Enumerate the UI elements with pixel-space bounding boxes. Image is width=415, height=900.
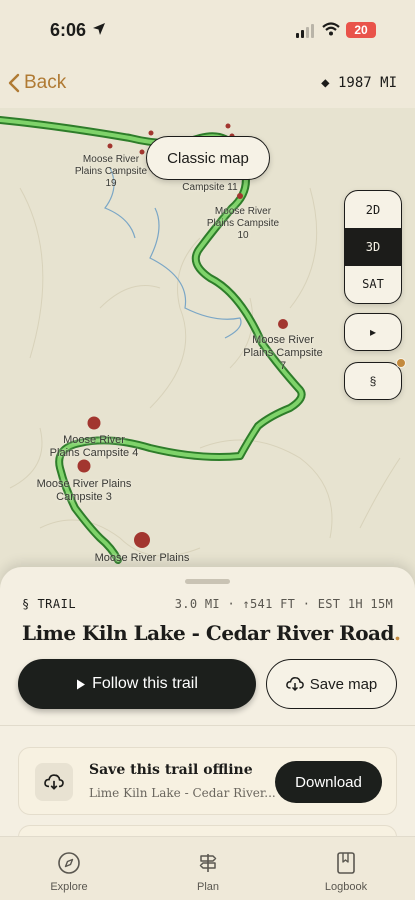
section-icon: § [369,374,377,388]
notification-dot [396,358,406,368]
map-mode-selector: 2D 3D SAT [344,190,402,304]
trail-tag: § TRAIL [22,597,77,611]
compass-icon [19,849,119,877]
offline-subtitle: Lime Kiln Lake - Cedar River... [89,786,276,800]
location-arrow-icon [93,23,105,35]
tab-explore-label: Explore [50,881,88,893]
follow-trail-button[interactable]: Follow this trail [18,659,256,709]
status-bar: 6:06 20 [0,0,415,60]
map-mode-3d[interactable]: 3D [345,228,401,266]
offline-heading: Save this trail offline [89,762,253,778]
download-button[interactable]: Download [275,761,382,803]
divider [0,725,415,726]
status-time: 6:06 [50,20,87,40]
trail-title: Lime Kiln Lake - Cedar River Road. [22,621,401,645]
cloud-download-icon [285,677,304,692]
trail-bottom-sheet: § TRAIL 3.0 MI · ↑541 FT · EST 1H 15M Li… [0,567,415,855]
map-mode-sat[interactable]: SAT [345,266,401,303]
tab-plan-label: Plan [196,881,220,893]
signpost-icon [158,849,258,877]
play-icon: ▸ [369,325,377,339]
wifi-icon [322,22,340,36]
chevron-left-icon [8,73,20,93]
save-map-button[interactable]: Save map [266,659,397,709]
elevation-readout: ◆ 1987 MI [321,75,397,91]
battery-indicator: 20 [346,22,376,38]
title-period: . [393,621,401,645]
back-button[interactable]: Back [8,72,66,94]
play-icon [77,679,86,689]
cloud-download-icon [35,763,73,801]
map-label-campsite-11: Campsite 11 [182,182,238,193]
tab-bar: Explore Plan Logbook [0,836,415,900]
tab-plan[interactable]: Plan [158,849,258,893]
back-label: Back [24,72,67,93]
map-label-campsite-7: Moose River Plains Campsite 7 [243,334,323,372]
play-flyover-button[interactable]: ▸ [344,313,402,351]
sheet-grabber[interactable] [185,579,230,584]
map-label-moose-river-plains: Moose River Plains [94,552,190,564]
follow-trail-label: Follow this trail [92,675,198,692]
sections-button[interactable]: § [344,358,406,400]
tab-logbook[interactable]: Logbook [296,849,396,893]
map-label-campsite-10: Moose River Plains Campsite 10 [206,206,280,241]
map-label-campsite-19: Moose River Plains Campsite 19 [74,154,148,189]
map-mode-2d[interactable]: 2D [345,191,401,228]
cellular-signal-icon [296,24,314,38]
trail-title-text: Lime Kiln Lake - Cedar River Road [22,621,394,645]
tab-logbook-label: Logbook [324,881,368,893]
save-map-label: Save map [309,675,378,693]
map-label-campsite-4: Moose River Plains Campsite 4 [49,434,139,459]
trail-stats: 3.0 MI · ↑541 FT · EST 1H 15M [174,597,393,611]
classic-map-button[interactable]: Classic map [146,136,270,180]
map-label-campsite-3: Moose River Plains Campsite 3 [36,478,132,503]
offline-card: Save this trail offline Lime Kiln Lake -… [18,747,397,815]
top-navigation: Back ◆ 1987 MI [0,60,415,108]
bookmark-icon [296,849,396,877]
tab-explore[interactable]: Explore [19,849,119,893]
